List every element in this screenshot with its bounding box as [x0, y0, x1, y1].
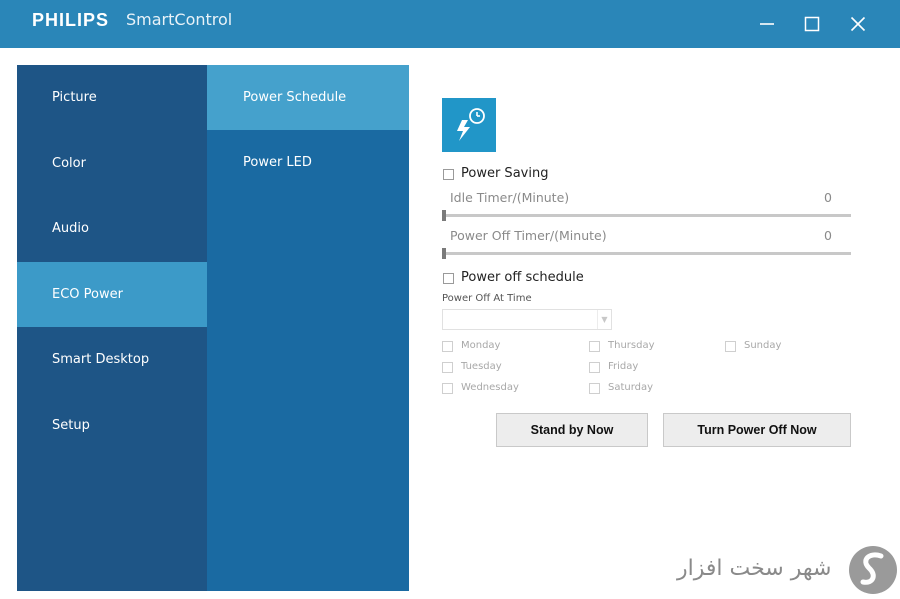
- day-checkbox-thursday[interactable]: [589, 341, 600, 352]
- turn-power-off-now-button[interactable]: Turn Power Off Now: [663, 413, 851, 447]
- secondary-nav: Power Schedule Power LED: [207, 65, 409, 591]
- power-off-timer-slider[interactable]: [442, 252, 851, 255]
- watermark-logo-icon: [849, 546, 897, 594]
- idle-timer-value: 0: [824, 190, 832, 205]
- day-checkbox-tuesday[interactable]: [442, 362, 453, 373]
- day-label-sunday: Sunday: [744, 340, 782, 351]
- day-label-friday: Friday: [608, 361, 639, 372]
- power-off-time-select[interactable]: ▼: [442, 309, 612, 330]
- day-label-monday: Monday: [461, 340, 501, 351]
- day-label-thursday: Thursday: [608, 340, 655, 351]
- power-off-timer-slider-thumb[interactable]: [442, 248, 446, 259]
- nav-item-setup[interactable]: Setup: [17, 393, 207, 459]
- idle-timer-slider-thumb[interactable]: [442, 210, 446, 221]
- day-label-wednesday: Wednesday: [461, 382, 519, 393]
- power-off-timer-value: 0: [824, 228, 832, 243]
- day-checkbox-wednesday[interactable]: [442, 383, 453, 394]
- day-label-tuesday: Tuesday: [461, 361, 502, 372]
- subnav-item-power-led[interactable]: Power LED: [207, 130, 409, 195]
- day-checkbox-monday[interactable]: [442, 341, 453, 352]
- nav-item-eco-power[interactable]: ECO Power: [17, 261, 207, 327]
- power-off-schedule-checkbox[interactable]: [443, 273, 454, 284]
- title-bar: PHILIPS SmartControl: [0, 0, 900, 48]
- idle-timer-label: Idle Timer/(Minute): [450, 190, 570, 205]
- power-off-schedule-label: Power off schedule: [461, 270, 584, 285]
- day-label-saturday: Saturday: [608, 382, 654, 393]
- brand-logo: PHILIPS: [32, 10, 110, 30]
- nav-item-picture[interactable]: Picture: [17, 65, 207, 131]
- maximize-button[interactable]: [796, 8, 828, 40]
- close-button[interactable]: [842, 8, 874, 40]
- chevron-down-icon: ▼: [597, 310, 611, 329]
- idle-timer-slider[interactable]: [442, 214, 851, 217]
- nav-item-smart-desktop[interactable]: Smart Desktop: [17, 327, 207, 393]
- maximize-icon: [804, 16, 820, 32]
- power-schedule-panel: Power Saving Idle Timer/(Minute) 0 Power…: [409, 48, 900, 599]
- power-saving-checkbox[interactable]: [443, 169, 454, 180]
- power-off-time-label: Power Off At Time: [442, 293, 532, 304]
- close-icon: [850, 16, 866, 32]
- nav-item-audio[interactable]: Audio: [17, 196, 207, 262]
- app-title: SmartControl: [126, 10, 233, 29]
- power-clock-tile: [442, 98, 496, 152]
- minimize-button[interactable]: [751, 8, 783, 40]
- nav-item-color[interactable]: Color: [17, 131, 207, 197]
- day-checkbox-saturday[interactable]: [589, 383, 600, 394]
- power-clock-icon: [457, 108, 485, 141]
- watermark-text: شهر سخت افزار: [677, 556, 832, 581]
- minimize-icon: [760, 23, 774, 25]
- power-saving-label: Power Saving: [461, 166, 549, 181]
- primary-nav: Picture Color Audio ECO Power Smart Desk…: [17, 65, 207, 591]
- standby-now-button[interactable]: Stand by Now: [496, 413, 648, 447]
- day-checkbox-friday[interactable]: [589, 362, 600, 373]
- power-off-timer-label: Power Off Timer/(Minute): [450, 228, 607, 243]
- subnav-item-power-schedule[interactable]: Power Schedule: [207, 65, 409, 130]
- day-checkbox-sunday[interactable]: [725, 341, 736, 352]
